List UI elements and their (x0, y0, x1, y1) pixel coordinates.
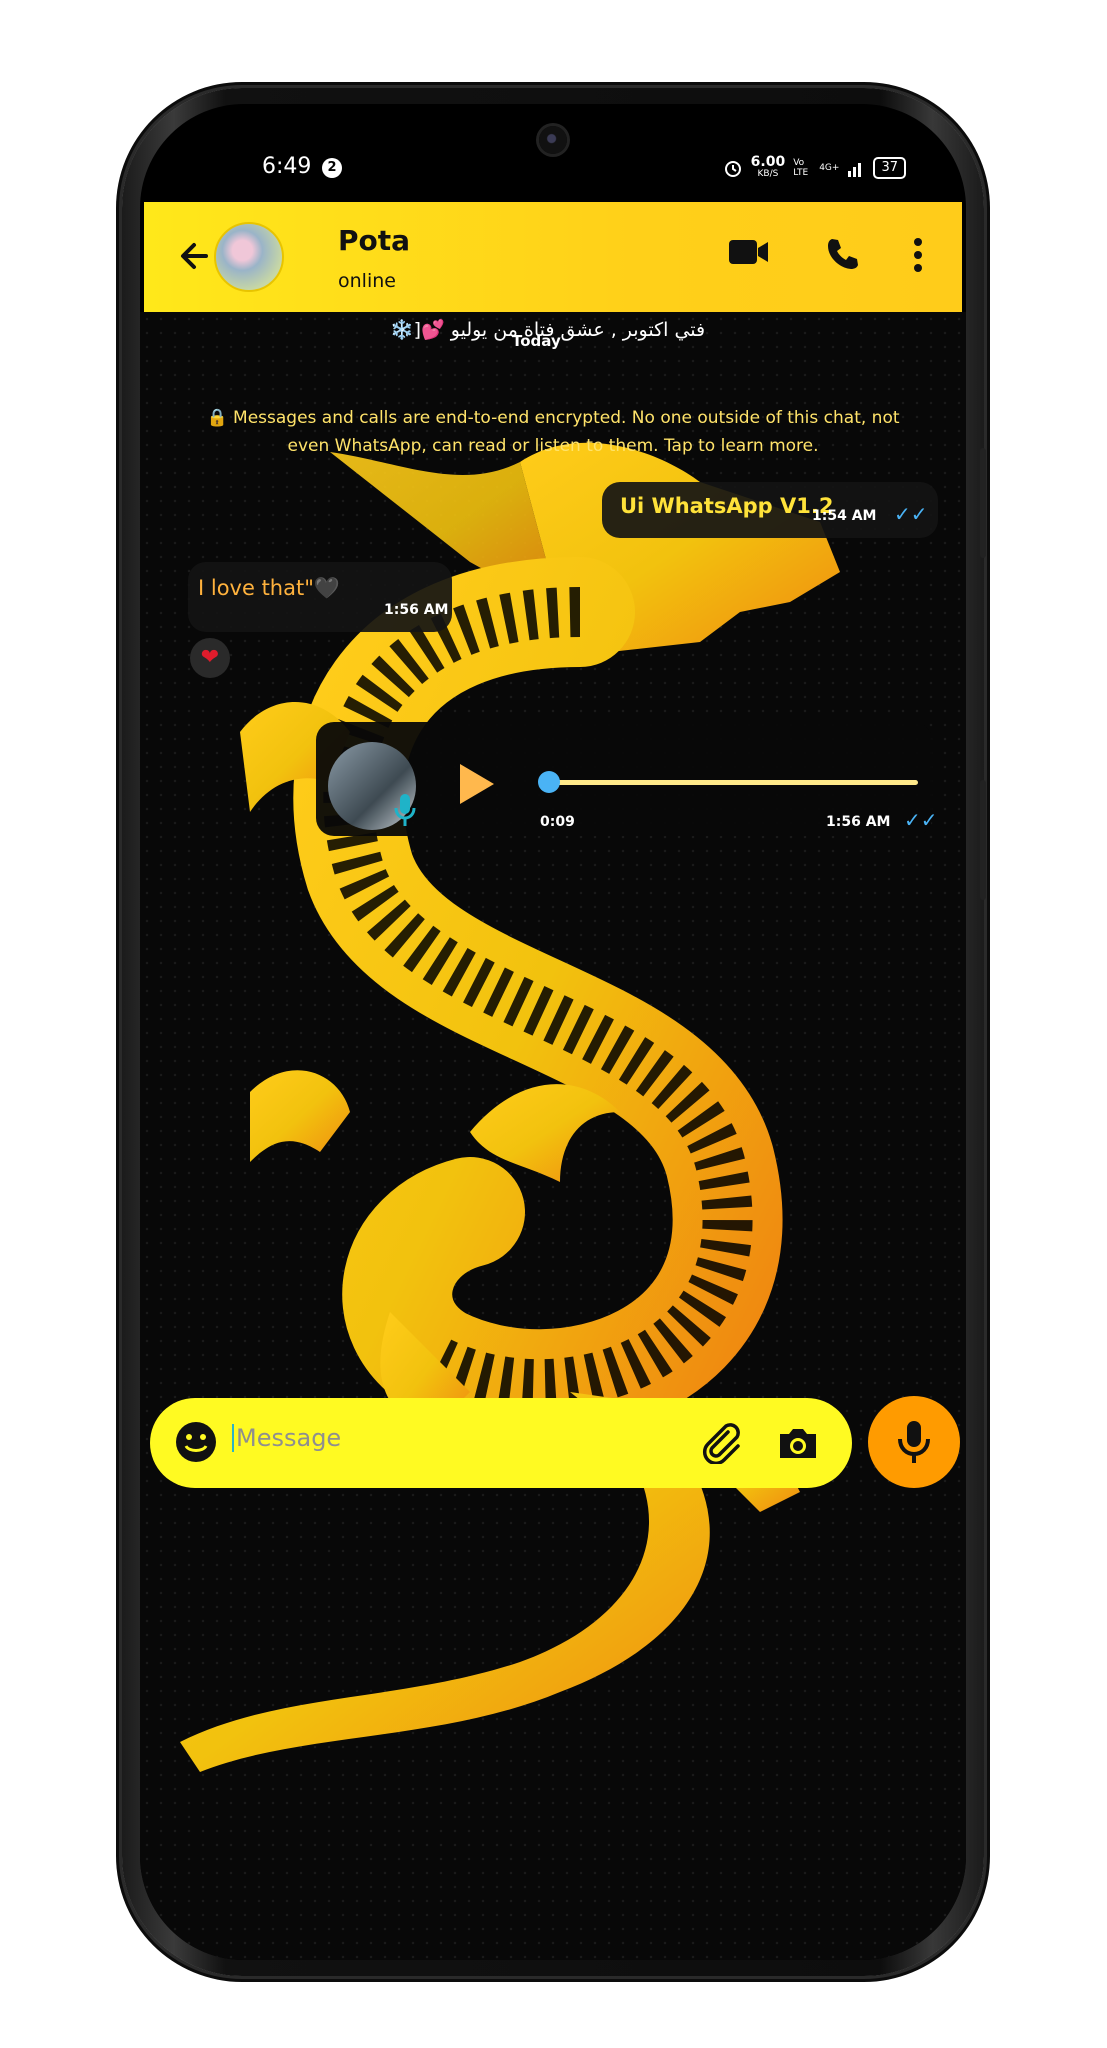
back-arrow-icon[interactable] (176, 236, 216, 276)
message-time: 1:56 AM (384, 602, 449, 618)
message-time: 1:56 AM (826, 814, 891, 830)
status-time: 6:49 (262, 154, 312, 179)
message-incoming[interactable]: I love that"🖤 1:56 AM (188, 562, 452, 632)
contact-status: online (338, 270, 396, 292)
voice-message[interactable]: 0:09 1:56 AM ✓✓ (316, 722, 938, 836)
screen: 6:49 2 6.00 KB/S Vo LTE 4G+ 37 Pota onlin… (140, 104, 966, 1960)
voice-duration: 0:09 (540, 814, 575, 830)
date-divider: Today (512, 332, 561, 350)
notification-badge: 2 (322, 158, 342, 178)
status-bar: 6:49 2 6.00 KB/S Vo LTE 4G+ 37 (140, 154, 966, 194)
voice-progress-knob[interactable] (538, 771, 560, 793)
camera-icon[interactable] (776, 1420, 820, 1464)
mic-icon (394, 794, 416, 826)
message-composer: Message (150, 1398, 852, 1488)
play-icon[interactable] (456, 762, 496, 806)
emoji-icon[interactable] (174, 1420, 218, 1464)
status-icons: 6.00 KB/S Vo LTE 4G+ 37 (723, 154, 906, 180)
voice-progress-track[interactable] (546, 780, 918, 785)
phone-icon[interactable] (824, 236, 860, 272)
read-receipt-icon: ✓✓ (904, 808, 938, 832)
encryption-notice[interactable]: 🔒 Messages and calls are end-to-end encr… (200, 404, 906, 460)
message-input[interactable]: Message (232, 1424, 341, 1452)
attach-icon[interactable] (698, 1420, 742, 1464)
mic-icon (898, 1421, 930, 1463)
volte-label: Vo LTE (793, 158, 809, 178)
net-speed: 6.00 KB/S (750, 154, 786, 179)
message-text: I love that"🖤 (198, 576, 341, 600)
message-time: 1:54 AM (812, 508, 877, 524)
battery-indicator: 37 (873, 157, 906, 179)
message-outgoing[interactable]: Ui WhatsApp V1.2 1:54 AM ✓✓ (602, 482, 938, 538)
contact-name[interactable]: Pota (338, 224, 410, 257)
message-text: Ui WhatsApp V1.2 (620, 494, 834, 518)
power-button (980, 780, 986, 900)
front-camera (539, 126, 567, 154)
network-label: 4G+ (819, 163, 840, 173)
chat-area[interactable]: فتي اكتوبر , عشق فتاة من يوليو 💕[❄️ Toda… (140, 312, 966, 1960)
chat-header: Pota online (144, 202, 962, 312)
read-receipt-icon: ✓✓ (894, 502, 928, 526)
avatar[interactable] (214, 222, 284, 292)
volume-button (980, 448, 986, 558)
alarm-icon (724, 161, 741, 177)
signal-icon (848, 163, 862, 177)
voice-record-button[interactable] (868, 1396, 960, 1488)
reaction-badge[interactable]: ❤ (190, 638, 230, 678)
dragon-wallpaper (180, 442, 840, 1772)
more-vert-icon[interactable] (912, 236, 924, 274)
video-call-icon[interactable] (728, 236, 770, 268)
